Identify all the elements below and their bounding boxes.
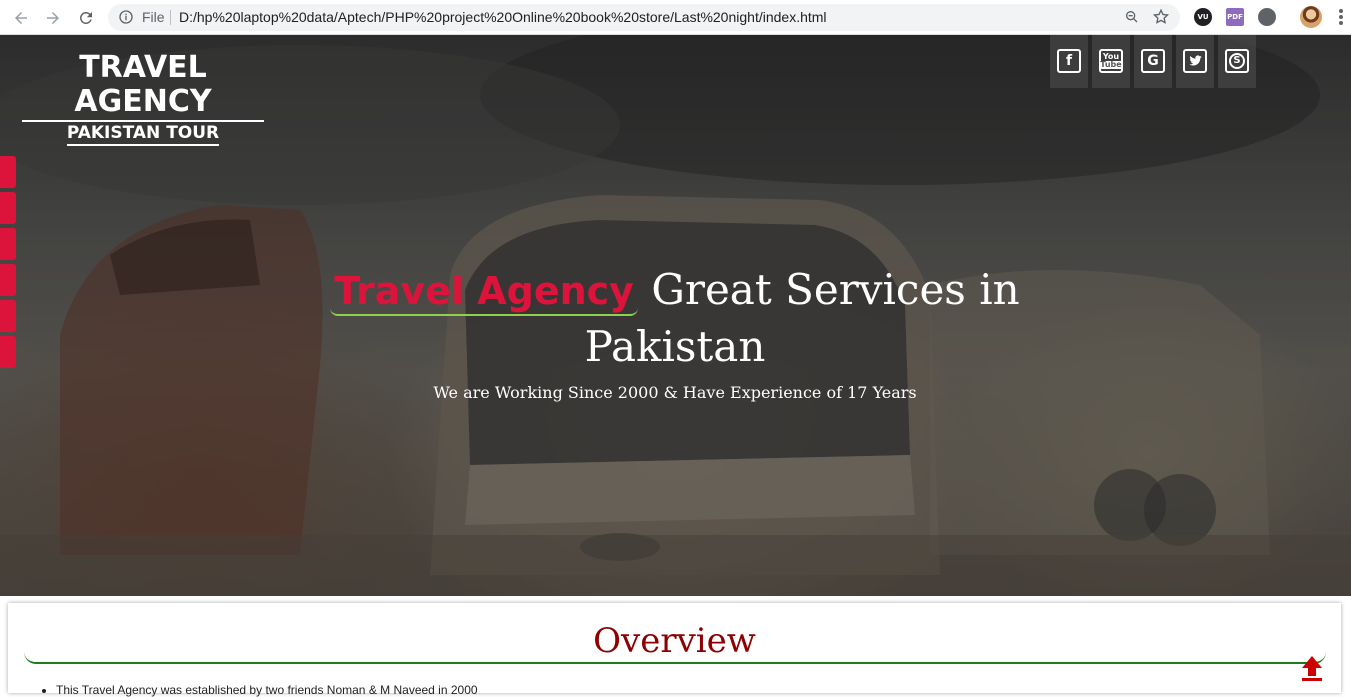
facebook-link[interactable]: f xyxy=(1050,35,1088,88)
side-tab-strip xyxy=(0,156,16,372)
google-icon: G xyxy=(1141,48,1165,73)
twitter-icon xyxy=(1183,48,1207,73)
circle-extension-icon[interactable] xyxy=(1258,8,1276,26)
vu-extension-icon[interactable]: VU xyxy=(1194,8,1212,26)
side-tab[interactable] xyxy=(0,300,16,332)
side-tab[interactable] xyxy=(0,192,16,224)
google-link[interactable]: G xyxy=(1134,35,1172,88)
back-button[interactable] xyxy=(9,6,33,30)
side-tab[interactable] xyxy=(0,156,16,188)
overview-divider xyxy=(24,650,1326,664)
hero-banner: TRAVEL AGENCY PAKISTAN TOUR f You Tube G … xyxy=(0,35,1351,596)
hero-heading-brand: Travel Agency xyxy=(330,268,638,316)
social-links: f You Tube G S xyxy=(1050,35,1256,88)
twitter-link[interactable] xyxy=(1176,35,1214,88)
back-arrow-icon xyxy=(15,12,27,24)
zoom-icon[interactable] xyxy=(1124,9,1140,25)
side-tab[interactable] xyxy=(0,336,16,368)
side-tab[interactable] xyxy=(0,228,16,260)
reload-icon xyxy=(79,11,92,24)
logo-title: TRAVEL AGENCY xyxy=(22,51,264,122)
browser-toolbar: File D:/hp%20laptop%20data/Aptech/PHP%20… xyxy=(0,0,1351,35)
pdf-extension-icon[interactable]: PDF xyxy=(1226,8,1244,26)
hero-heading-rest: Great Services in Pakistan xyxy=(584,265,1020,371)
side-tab[interactable] xyxy=(0,264,16,296)
list-item: This Travel Agency was established by tw… xyxy=(56,683,478,697)
pdf-extension-label: PDF xyxy=(1227,13,1243,21)
vu-extension-label: VU xyxy=(1197,13,1209,21)
skype-icon: S xyxy=(1225,48,1249,73)
youtube-icon: You Tube xyxy=(1099,48,1123,73)
forward-button[interactable] xyxy=(41,6,65,30)
facebook-icon: f xyxy=(1057,48,1081,73)
file-scheme-label: File xyxy=(142,9,165,25)
overview-list: This Travel Agency was established by tw… xyxy=(56,683,478,697)
address-bar[interactable]: File D:/hp%20laptop%20data/Aptech/PHP%20… xyxy=(108,4,1180,31)
skype-link[interactable]: S xyxy=(1218,35,1256,88)
more-menu-icon[interactable] xyxy=(1338,8,1344,26)
info-icon[interactable] xyxy=(118,9,134,25)
profile-avatar[interactable] xyxy=(1300,6,1322,28)
logo-subtitle: PAKISTAN TOUR xyxy=(66,122,220,146)
site-logo[interactable]: TRAVEL AGENCY PAKISTAN TOUR xyxy=(22,51,264,146)
reload-button[interactable] xyxy=(74,6,98,30)
hero-heading: Travel Agency Great Services in Pakistan xyxy=(300,261,1050,375)
hero-subtitle: We are Working Since 2000 & Have Experie… xyxy=(433,383,917,402)
url-text[interactable]: D:/hp%20laptop%20data/Aptech/PHP%20proje… xyxy=(179,9,827,25)
bookmark-star-icon[interactable] xyxy=(1152,8,1170,26)
youtube-link[interactable]: You Tube xyxy=(1092,35,1130,88)
scroll-to-top-icon[interactable] xyxy=(1300,654,1324,682)
overview-section: Overview This Travel Agency was establis… xyxy=(8,603,1341,697)
forward-arrow-icon xyxy=(47,12,59,24)
address-separator xyxy=(170,10,171,25)
